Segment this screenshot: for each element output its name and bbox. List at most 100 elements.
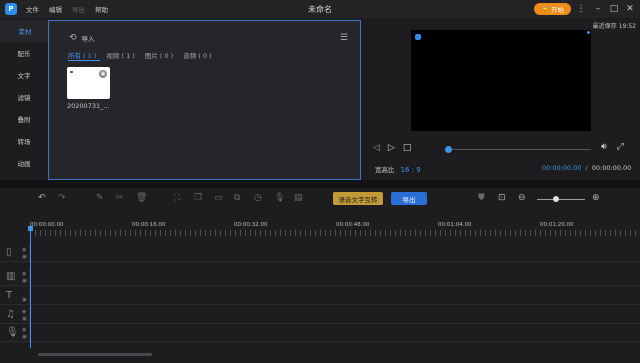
import-button[interactable]: ⟲ 导入 xyxy=(69,33,95,43)
mic-track-icon: 🎙︎ xyxy=(6,327,19,338)
ruler-label: 00:00:48.00 xyxy=(336,222,370,228)
undo-icon[interactable]: ↶ xyxy=(38,193,46,203)
ruler-label: 00:00:32.00 xyxy=(234,222,268,228)
freeze-icon[interactable]: ❐ xyxy=(194,193,202,203)
export-button[interactable]: 导出 xyxy=(391,192,427,205)
edit-toolbar: ↶ ↷ ✎ ✂ 🗑︎ ⛶ ❐ ▭ ⧉ ◷ 🎙︎ ▤ 语音文字互转 导出 ⛊ ⊡ … xyxy=(0,188,640,210)
timeline-track[interactable]: T ▣ xyxy=(0,287,640,305)
playback-progress-track[interactable] xyxy=(449,149,591,150)
edit-icon[interactable]: ✎ xyxy=(96,193,104,203)
crop-icon[interactable]: ⛶ xyxy=(174,193,180,203)
tab-audio[interactable]: 音频 ( 0 ) xyxy=(183,50,211,60)
stop-icon[interactable]: □ xyxy=(403,143,412,153)
tab-video[interactable]: 视频 ( 1 ) xyxy=(106,50,134,60)
playback-controls: ◁ ▷ □ xyxy=(373,143,411,153)
playhead-line[interactable] xyxy=(30,226,31,348)
sidebar-item-media[interactable]: 素材 xyxy=(0,20,48,42)
timeline-track[interactable]: ♫ ◉ ▣ xyxy=(0,306,640,324)
split-screen-icon[interactable]: ▭ xyxy=(214,193,223,203)
lock-icon[interactable]: ▣ xyxy=(22,334,27,340)
sidebar-item-transitions[interactable]: 转场 xyxy=(0,130,48,152)
timeline-track[interactable]: ▥ ◉ ▣ xyxy=(0,268,640,286)
autosave-status: 最近保存 19:52 xyxy=(592,23,636,30)
video-badge-icon: ▣ xyxy=(99,70,107,78)
kebab-icon[interactable]: ⋮ xyxy=(575,2,587,16)
duration-icon[interactable]: ◷ xyxy=(254,193,262,203)
lock-icon[interactable]: ▣ xyxy=(22,254,27,260)
delete-icon[interactable]: 🗑︎ xyxy=(136,193,147,203)
aspect-ratio-value: 16 : 9 xyxy=(400,166,421,174)
minimize-icon[interactable]: – xyxy=(592,2,604,16)
menu-help[interactable]: 帮助 xyxy=(95,4,108,14)
eye-icon[interactable]: ◉ xyxy=(22,271,26,277)
zoom-out-icon[interactable]: ⊖ xyxy=(518,193,526,203)
close-icon[interactable]: ✕ xyxy=(624,2,636,16)
lock-icon[interactable]: ▣ xyxy=(22,278,27,284)
redo-icon[interactable]: ↷ xyxy=(58,193,66,203)
cut-icon[interactable]: ✂ xyxy=(116,193,124,203)
tab-all[interactable]: 所有 ( 1 ) xyxy=(68,50,96,60)
watermark-logo-icon xyxy=(415,34,421,40)
ruler-label: 00:01:20.00 xyxy=(540,222,574,228)
sidebar-item-filters[interactable]: 滤镜 xyxy=(0,86,48,108)
marker-icon[interactable]: ⛊ xyxy=(478,193,485,203)
text-track-icon: T xyxy=(6,290,13,301)
aspect-ratio[interactable]: 宽高比 16 : 9 xyxy=(375,164,421,174)
video-track-icon: ▯ xyxy=(6,247,12,258)
horizontal-scrollbar[interactable] xyxy=(38,353,152,356)
tab-image[interactable]: 图片 ( 0 ) xyxy=(145,50,173,60)
title-bar: P 文件 编辑 导出 帮助 未命名 🔒 开始 ⋮ – □ ✕ xyxy=(0,0,640,18)
list-view-icon[interactable]: ☰ xyxy=(340,33,348,43)
zoom-slider-knob[interactable] xyxy=(553,196,559,202)
sidebar-item-music[interactable]: 配乐 xyxy=(0,42,48,64)
preview-panel: 最近保存 19:52 ◁ ▷ □ 🔊︎ ⤢ 宽高比 16 : 9 00:00:00… xyxy=(361,20,640,180)
active-tab-underline xyxy=(68,60,100,61)
zoom-in-icon[interactable]: ⊕ xyxy=(592,193,600,203)
panel-divider[interactable] xyxy=(0,180,640,188)
media-filename: 20200731_... xyxy=(67,102,110,110)
volume-icon[interactable]: 🔊︎ xyxy=(601,142,607,152)
total-time: 00:00:00.00 xyxy=(591,164,632,172)
eye-icon[interactable]: ◉ xyxy=(22,247,26,253)
preview-corner-handle[interactable] xyxy=(587,31,590,34)
timecode: 00:00:00.00/00:00:00.00 xyxy=(542,164,631,172)
film-track-icon: ▥ xyxy=(6,271,16,282)
sidebar-item-animations[interactable]: 动画 xyxy=(0,152,48,174)
upgrade-button[interactable]: 🔒 开始 xyxy=(534,3,571,15)
zoom-slider-track[interactable] xyxy=(537,199,585,200)
speech-text-convert-button[interactable]: 语音文字互转 xyxy=(333,192,383,205)
playhead-handle[interactable] xyxy=(28,226,33,231)
prev-frame-icon[interactable]: ◁ xyxy=(373,143,380,153)
thumbnail-content xyxy=(70,71,73,73)
music-track-icon: ♫ xyxy=(6,309,15,320)
fullscreen-icon[interactable]: ⤢ xyxy=(617,142,624,152)
menu-file[interactable]: 文件 xyxy=(26,4,39,14)
upgrade-label: 开始 xyxy=(551,6,565,14)
sidebar-item-overlays[interactable]: 叠附 xyxy=(0,108,48,130)
sidebar-item-text[interactable]: 文字 xyxy=(0,64,48,86)
media-thumbnail[interactable]: ▣ xyxy=(67,67,110,99)
subtitle-icon[interactable]: ▤ xyxy=(294,193,303,203)
menu-export[interactable]: 导出 xyxy=(72,4,85,14)
volume-icon[interactable]: ◉ xyxy=(22,309,26,315)
volume-icon[interactable]: ◉ xyxy=(22,327,26,333)
lock-icon[interactable]: ▣ xyxy=(22,316,27,322)
ruler-label: 00:00:00.00 xyxy=(30,222,64,228)
media-filter-tabs: 所有 ( 1 ) 视频 ( 1 ) 图片 ( 0 ) 音频 ( 0 ) xyxy=(68,50,212,60)
aspect-ratio-label: 宽高比 xyxy=(375,166,395,174)
playback-progress-knob[interactable] xyxy=(445,146,452,153)
play-icon[interactable]: ▷ xyxy=(388,143,395,153)
timeline-track[interactable]: ▯ ◉ ▣ xyxy=(0,244,640,262)
video-preview[interactable] xyxy=(411,30,591,131)
menu-bar: 文件 编辑 导出 帮助 xyxy=(26,0,108,18)
maximize-icon[interactable]: □ xyxy=(608,2,620,16)
lock-icon[interactable]: ▣ xyxy=(22,297,27,303)
timeline-ruler[interactable]: 00:00:00.00 00:00:16.00 00:00:32.00 00:0… xyxy=(0,212,640,238)
menu-edit[interactable]: 编辑 xyxy=(49,4,62,14)
app-logo-icon: P xyxy=(5,3,17,15)
mic-icon[interactable]: 🎙︎ xyxy=(274,193,285,203)
fit-timeline-icon[interactable]: ⊡ xyxy=(498,193,506,203)
speed-icon[interactable]: ⧉ xyxy=(234,193,240,203)
preview-extra-controls: 🔊︎ ⤢ xyxy=(601,142,624,152)
timeline-track[interactable]: 🎙︎ ◉ ▣ xyxy=(0,324,640,342)
